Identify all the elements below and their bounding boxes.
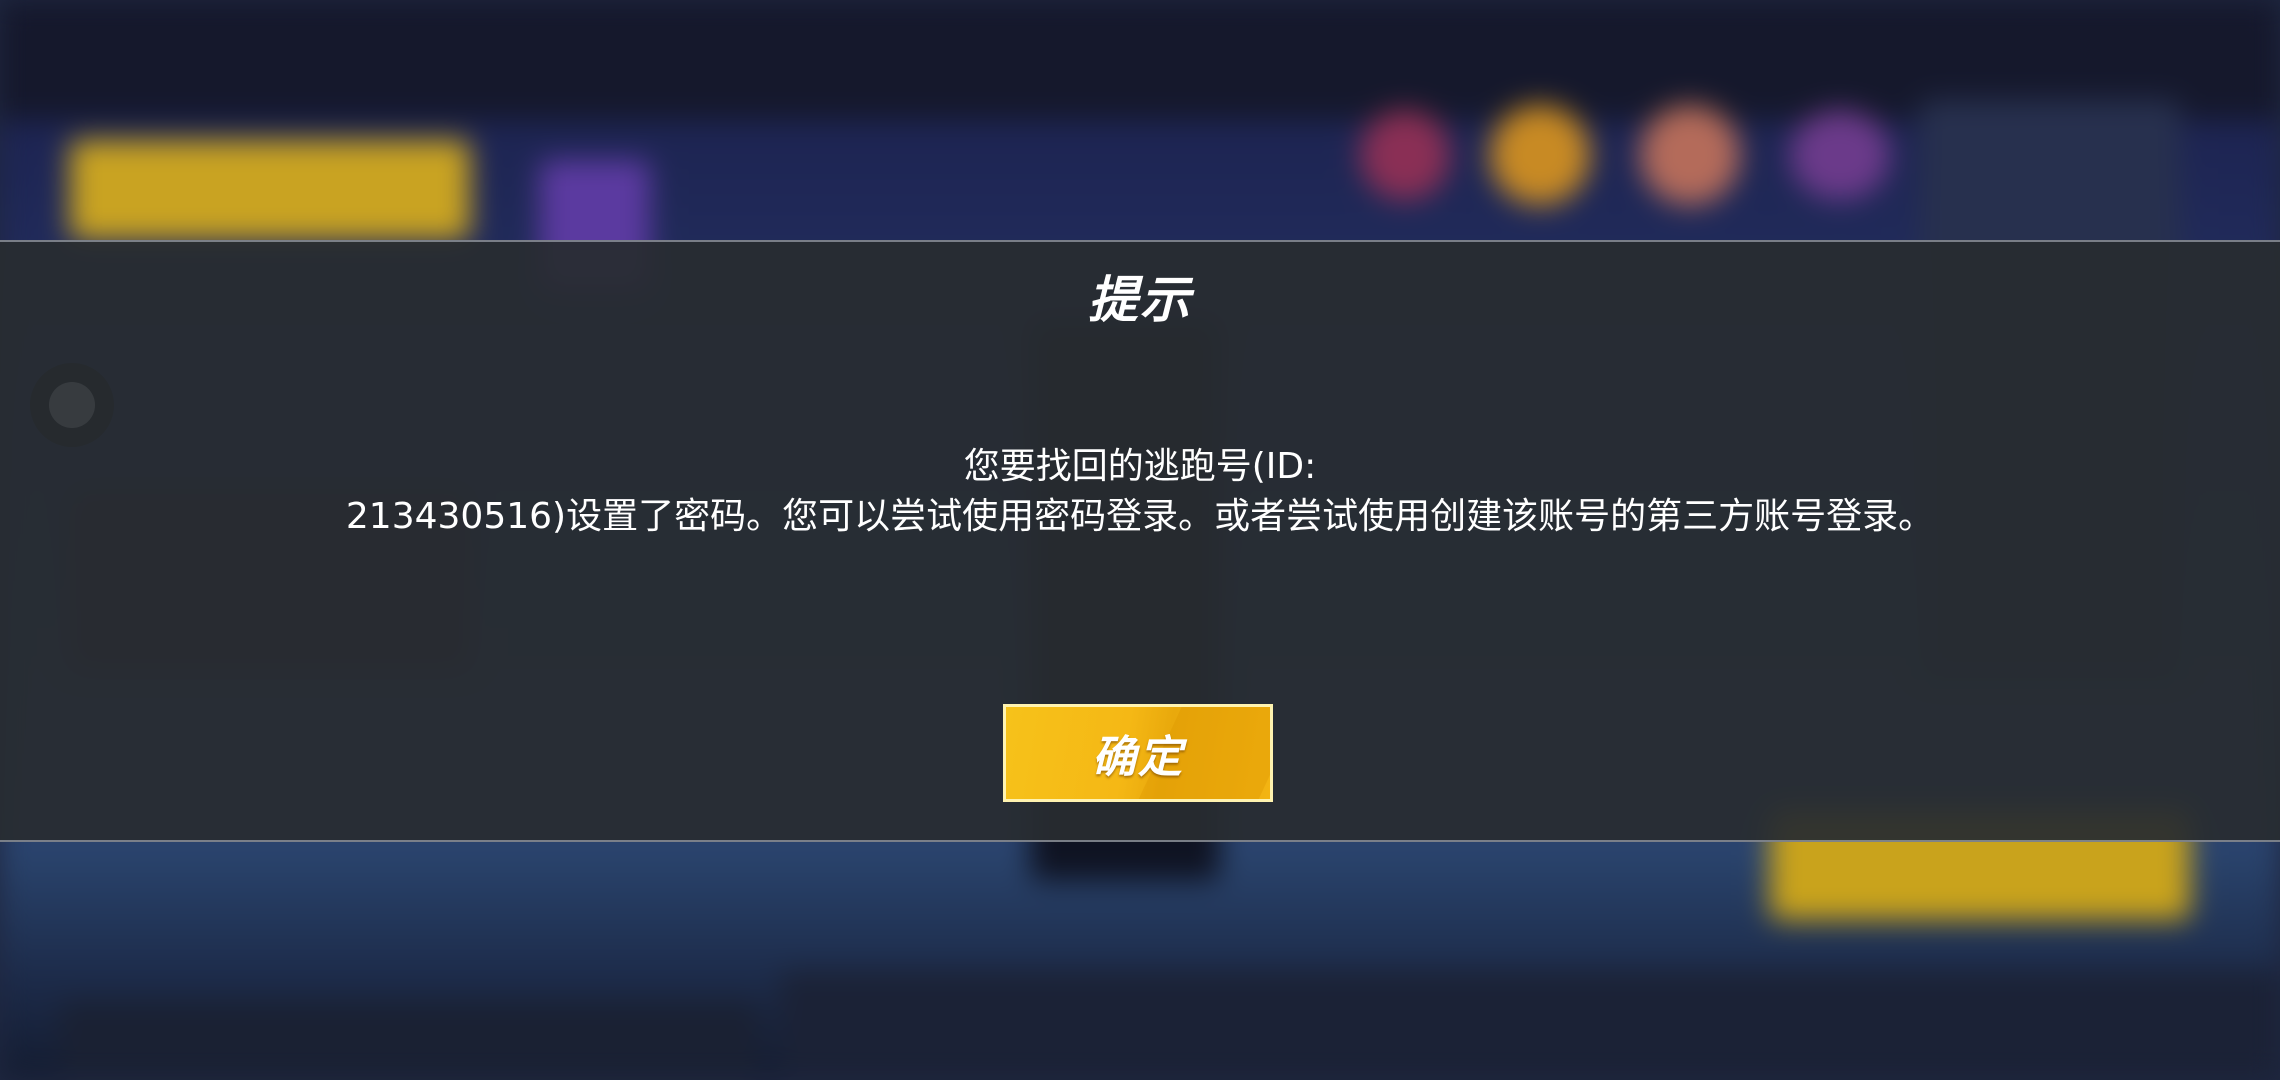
event-banner [70,140,470,240]
prompt-dialog: 提示 您要找回的逃跑号(ID: 213430516)设置了密码。您可以尝试使用密… [0,240,2280,842]
dialog-message: 您要找回的逃跑号(ID: 213430516)设置了密码。您可以尝试使用密码登录… [0,442,2280,542]
confirm-button-label: 确定 [1092,732,1184,783]
bottom-left-strip [60,1000,760,1080]
dialog-message-line-2: 213430516)设置了密码。您可以尝试使用密码登录。或者尝试使用创建该账号的… [345,496,1935,537]
bottom-nav-strip [780,970,2280,1080]
top-icon-4 [1790,110,1890,200]
dialog-title: 提示 [1088,271,1192,329]
dialog-message-line-1: 您要找回的逃跑号(ID: [963,446,1317,487]
top-icon-2 [1490,105,1590,205]
top-icon-3 [1640,105,1740,205]
confirm-button[interactable]: 确定 [1003,704,1273,802]
top-icon-1 [1360,110,1450,200]
